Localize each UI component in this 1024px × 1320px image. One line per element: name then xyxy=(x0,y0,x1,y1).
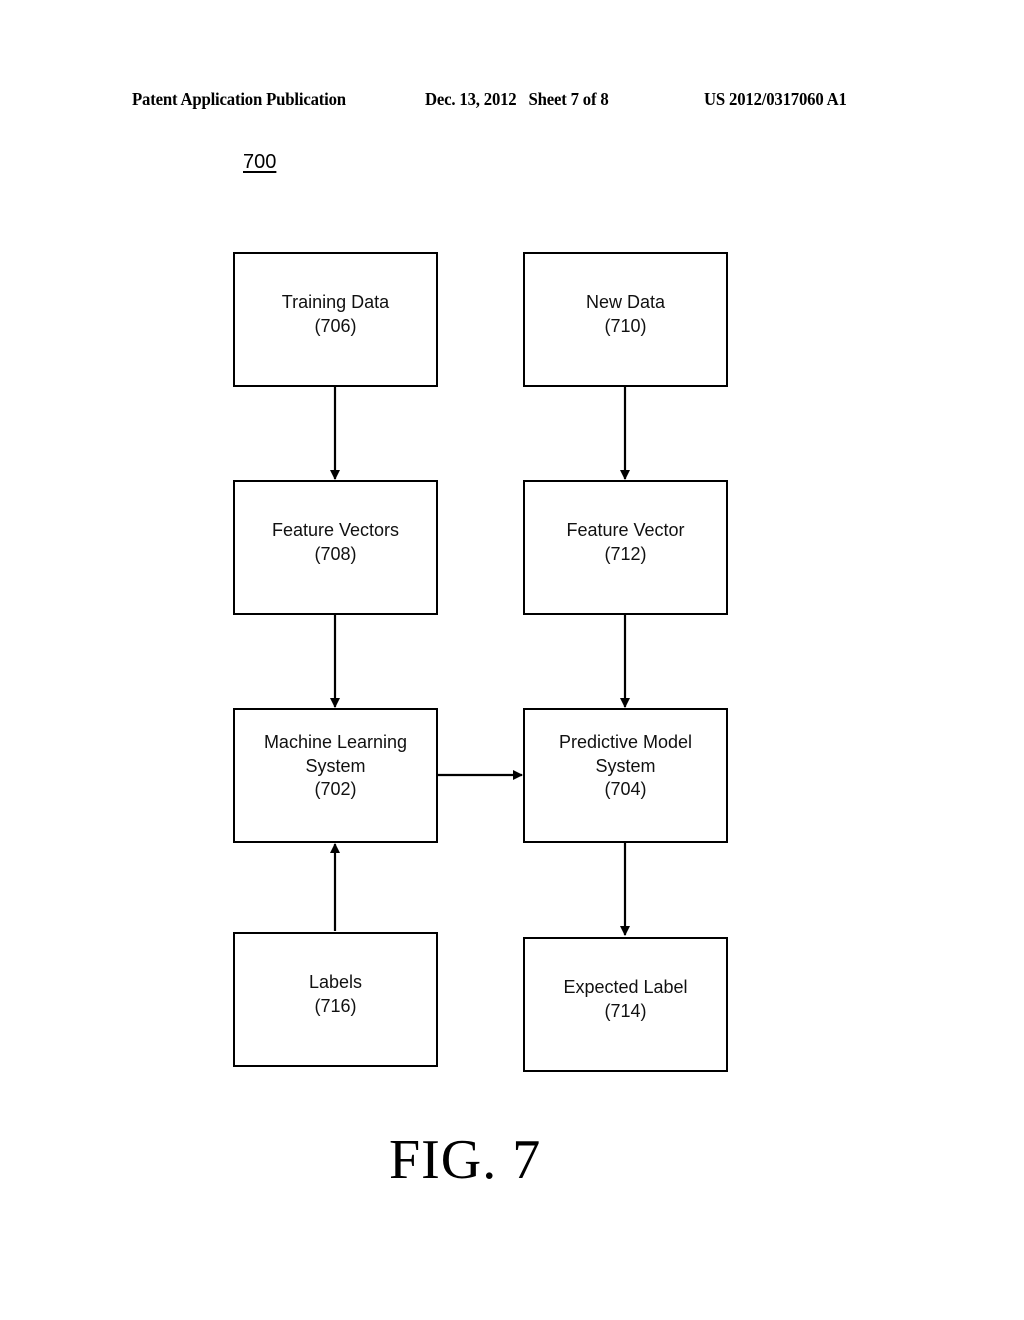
connector-layer xyxy=(330,387,630,936)
box-ref: (708) xyxy=(314,543,357,564)
box-expected-label: Expected Label (714) xyxy=(523,937,728,1072)
box-ref: (714) xyxy=(604,1000,647,1021)
figure-label: FIG. 7 xyxy=(389,1129,542,1191)
box-label: Machine Learning xyxy=(263,732,408,753)
box-labels: Labels (716) xyxy=(233,932,438,1067)
box-label-line2: System xyxy=(305,755,366,776)
box-label: Expected Label xyxy=(563,977,688,997)
box-training-data: Training Data (706) xyxy=(233,252,438,387)
box-ref: (710) xyxy=(604,315,647,336)
box-machine-learning-system: Machine Learning System (702) xyxy=(233,708,438,843)
box-label: Predictive Model xyxy=(558,732,693,753)
box-feature-vector: Feature Vector (712) xyxy=(523,480,728,615)
box-feature-vectors: Feature Vectors (708) xyxy=(233,480,438,615)
box-label: Training Data xyxy=(281,292,390,312)
box-label: Feature Vectors xyxy=(271,520,400,540)
box-label-line2: System xyxy=(595,755,656,776)
box-label: New Data xyxy=(585,292,666,312)
box-ref: (716) xyxy=(314,995,357,1016)
box-ref: (702) xyxy=(314,779,357,800)
box-predictive-model-system: Predictive Model System (704) xyxy=(523,708,728,843)
box-ref: (706) xyxy=(314,315,357,336)
box-ref: (704) xyxy=(604,779,647,800)
box-new-data: New Data (710) xyxy=(523,252,728,387)
box-label: Labels xyxy=(308,972,363,992)
box-ref: (712) xyxy=(604,543,647,564)
box-label: Feature Vector xyxy=(566,520,685,540)
